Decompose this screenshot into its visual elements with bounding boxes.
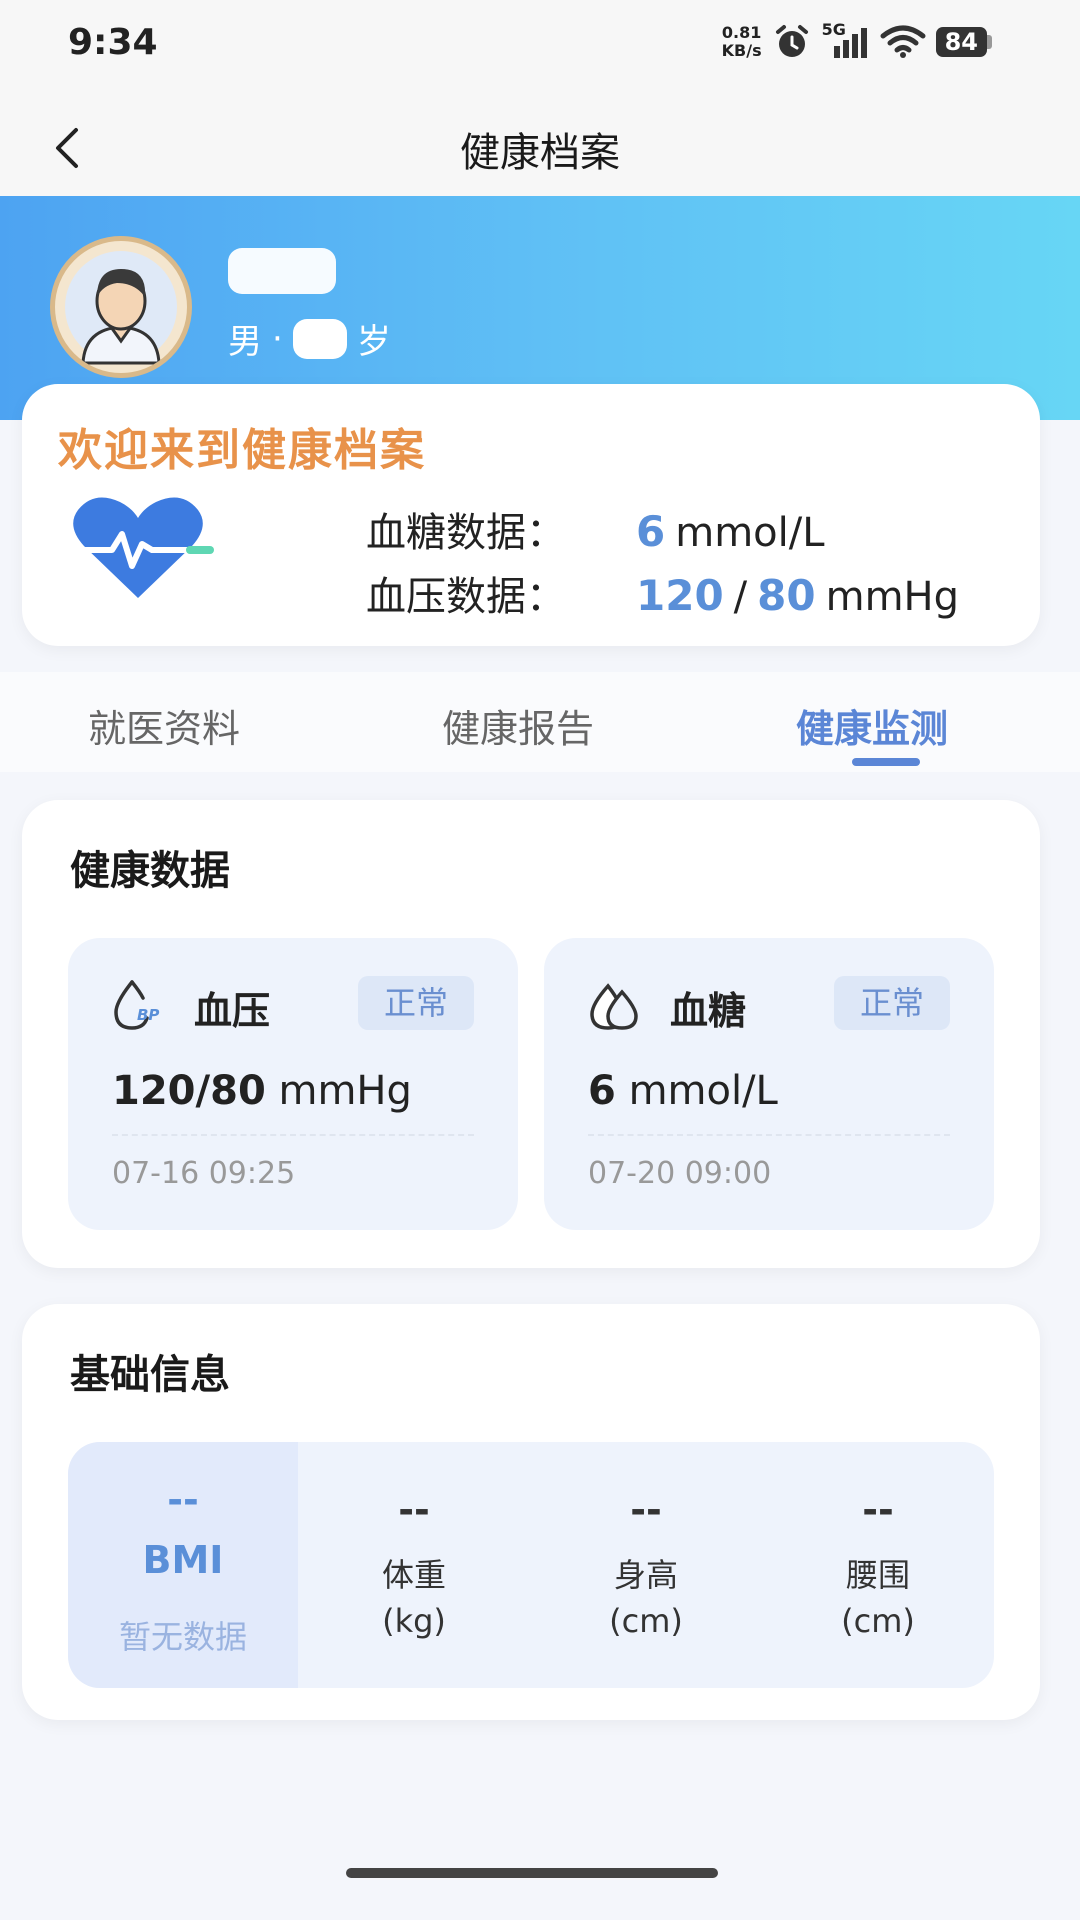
- tab-health-monitoring[interactable]: 健康监测: [796, 698, 948, 753]
- bp-diastolic: 80: [757, 571, 816, 620]
- height-cell[interactable]: -- 身高 (cm): [530, 1442, 762, 1688]
- wifi-icon: [880, 25, 926, 58]
- basic-info-grid: -- BMI 暂无数据 -- 体重 (kg) -- 身高 (cm) -- 腰围 …: [68, 1442, 994, 1688]
- waist-cell[interactable]: -- 腰围 (cm): [762, 1442, 994, 1688]
- active-tab-indicator: [852, 758, 920, 766]
- weight-label-group: 体重 (kg): [298, 1552, 530, 1644]
- meta-separator: ·: [272, 318, 283, 359]
- blood-pressure-reading: 120/80 mmHg: [112, 1068, 412, 1114]
- network-speed-value: 0.81: [721, 23, 762, 42]
- weight-cell[interactable]: -- 体重 (kg): [298, 1442, 530, 1688]
- welcome-title: 欢迎来到健康档案: [58, 425, 426, 476]
- health-data-title: 健康数据: [70, 848, 230, 894]
- status-bar: 9:34 0.81 KB/s 5G 84: [0, 0, 1080, 96]
- bmi-cell[interactable]: -- BMI 暂无数据: [68, 1442, 298, 1688]
- user-name-redacted: [228, 248, 336, 294]
- avatar[interactable]: [50, 236, 192, 378]
- heart-rate-icon: [61, 497, 214, 598]
- waist-label: 腰围: [845, 1556, 910, 1594]
- tab-bar: 就医资料 健康报告 健康监测: [0, 672, 1080, 772]
- user-age-redacted: [292, 318, 347, 359]
- blood-pressure-unit: mmHg: [278, 1068, 412, 1114]
- glucose-summary: 血糖数据： 6 mmol/L: [366, 500, 825, 558]
- bp-unit: mmHg: [825, 574, 960, 620]
- status-time: 9:34: [68, 22, 158, 63]
- bp-label: 血压数据：: [366, 574, 566, 620]
- tab-medical-records[interactable]: 就医资料: [88, 698, 240, 753]
- glucose-label: 血糖数据：: [366, 510, 566, 556]
- blood-pressure-tile[interactable]: BP 血压 正常 120/80 mmHg 07-16 09:25: [68, 938, 518, 1230]
- blood-pressure-icon: BP: [114, 980, 159, 1030]
- age-suffix: 岁: [356, 322, 391, 362]
- basic-info-title: 基础信息: [70, 1352, 230, 1398]
- bp-separator: /: [733, 574, 748, 620]
- battery-level: 84: [935, 27, 987, 57]
- battery-icon: 84: [935, 27, 992, 57]
- waist-value: --: [862, 1488, 894, 1532]
- user-avatar-icon: [65, 251, 177, 365]
- waist-label-group: 腰围 (cm): [762, 1552, 994, 1644]
- blood-glucose-time: 07-20 09:00: [588, 1156, 772, 1191]
- home-indicator[interactable]: [346, 1868, 718, 1878]
- glucose-value: 6: [636, 507, 666, 556]
- status-icons: 0.81 KB/s 5G 84: [722, 20, 992, 60]
- user-gender: 男: [228, 322, 262, 362]
- health-data-card: 健康数据 BP 血压 正常 120/80 mmHg 07-16 09:25 血糖…: [22, 800, 1040, 1268]
- bp-icon-text: BP: [137, 1006, 159, 1024]
- blood-glucose-value: 6: [588, 1068, 616, 1114]
- user-meta: 男 · 岁: [228, 314, 391, 363]
- height-value: --: [630, 1488, 662, 1532]
- basic-info-card: 基础信息 -- BMI 暂无数据 -- 体重 (kg) -- 身高 (cm) -…: [22, 1304, 1040, 1720]
- network-speed: 0.81 KB/s: [722, 24, 762, 60]
- tile-divider: [112, 1134, 474, 1136]
- weight-value: --: [398, 1488, 430, 1532]
- bp-summary: 血压数据： 120 / 80 mmHg: [366, 564, 959, 622]
- height-label-group: 身高 (cm): [530, 1552, 762, 1644]
- blood-pressure-value: 120/80: [112, 1068, 266, 1114]
- blood-pressure-title: 血压: [194, 989, 271, 1033]
- tile-divider: [588, 1134, 950, 1136]
- bmi-note: 暂无数据: [118, 1618, 247, 1656]
- blood-glucose-title: 血糖: [670, 989, 747, 1033]
- cellular-signal-icon: 5G: [822, 20, 870, 60]
- tab-health-report[interactable]: 健康报告: [442, 698, 594, 753]
- weight-unit: (kg): [382, 1602, 446, 1640]
- height-unit: (cm): [609, 1602, 683, 1640]
- blood-pressure-status-badge: 正常: [358, 976, 474, 1030]
- blood-glucose-status-badge: 正常: [834, 976, 950, 1030]
- height-label: 身高: [613, 1556, 678, 1594]
- blood-glucose-unit: mmol/L: [628, 1068, 778, 1114]
- page-title: 健康档案: [460, 130, 620, 176]
- blood-glucose-tile[interactable]: 血糖 正常 6 mmol/L 07-20 09:00: [544, 938, 994, 1230]
- blood-glucose-icon: [590, 983, 638, 1030]
- alarm-icon: [775, 25, 808, 57]
- waist-unit: (cm): [841, 1602, 915, 1640]
- network-speed-unit: KB/s: [721, 41, 762, 60]
- bmi-value: --: [167, 1478, 199, 1522]
- nav-bar: 健康档案: [0, 96, 1080, 196]
- weight-label: 体重: [381, 1556, 446, 1594]
- glucose-unit: mmol/L: [675, 510, 825, 556]
- blood-pressure-time: 07-16 09:25: [112, 1156, 296, 1191]
- blood-glucose-reading: 6 mmol/L: [588, 1068, 778, 1114]
- bp-systolic: 120: [636, 571, 724, 620]
- bmi-label: BMI: [142, 1538, 224, 1582]
- welcome-card: 欢迎来到健康档案 血糖数据： 6 mmol/L 血压数据： 120 / 80 m…: [22, 384, 1040, 646]
